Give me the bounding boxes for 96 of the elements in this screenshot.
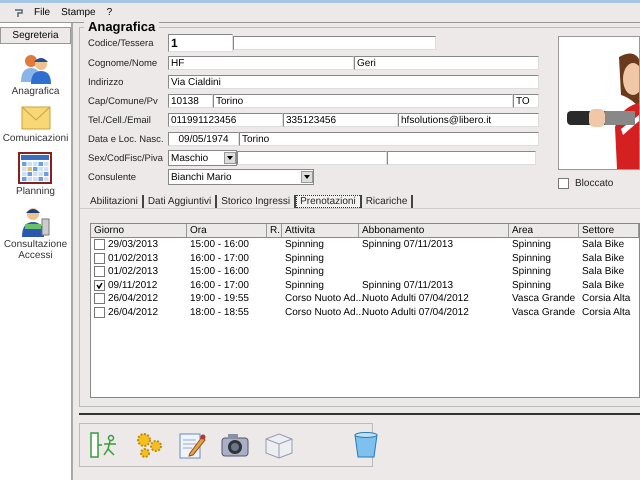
table-cell: Spinning xyxy=(512,280,551,291)
checkbox[interactable] xyxy=(558,178,569,189)
field-label: Codice/Tessera xyxy=(88,38,154,48)
table-cell: 01/02/2013 xyxy=(108,252,158,264)
dropdown[interactable]: Bianchi Mario xyxy=(168,169,314,185)
table-cell: Spinning xyxy=(285,266,324,278)
table-cell: Spinning 07/11/2013 xyxy=(362,280,454,291)
table-cell: Corso Nuoto Ad... xyxy=(285,293,364,304)
column-header[interactable]: Settore xyxy=(579,224,639,237)
calendar-icon xyxy=(18,152,52,184)
checkbox[interactable] xyxy=(94,266,105,278)
dropdown[interactable]: Maschio xyxy=(168,150,237,166)
field-label: Sex/CodFisc/Piva xyxy=(88,152,164,164)
checkbox[interactable] xyxy=(94,239,105,250)
field-label: Cap/Comune/Pv xyxy=(88,96,159,106)
input-field[interactable]: TO xyxy=(513,94,539,108)
sidebar-title: Segreteria xyxy=(0,27,71,44)
gears-icon[interactable] xyxy=(134,431,164,459)
menu-item[interactable]: Stampe xyxy=(60,7,97,18)
table-cell: 15:00 - 16:00 xyxy=(190,266,249,278)
table-cell: Spinning xyxy=(285,252,324,264)
field-label: Tel./Cell./Email xyxy=(88,114,152,126)
box-icon[interactable] xyxy=(264,431,294,459)
caret-icon xyxy=(224,152,236,164)
table-cell: Corso Nuoto Ad... xyxy=(285,306,364,318)
table-cell: 16:00 - 17:00 xyxy=(190,252,249,264)
table-cell: Nuoto Adulti 07/04/2012 xyxy=(362,293,469,304)
date-field[interactable]: 09/05/1974 xyxy=(168,132,239,146)
table-cell: Sala Bike xyxy=(582,239,624,250)
field-label: Data e Loc. Nasc. xyxy=(88,134,165,144)
input-field[interactable]: Via Cialdini xyxy=(168,75,539,89)
table-cell: 26/04/2012 xyxy=(108,293,158,304)
input-field[interactable]: 1 xyxy=(168,34,233,52)
checkbox[interactable] xyxy=(94,252,105,264)
table-cell: Vasca Grande xyxy=(512,293,576,304)
people-icon xyxy=(18,52,52,84)
input-field[interactable]: 335123456 xyxy=(283,113,398,127)
input-field[interactable]: hfsolutions@libero.it xyxy=(398,113,539,127)
table-cell: 26/04/2012 xyxy=(108,306,158,318)
column-header[interactable]: Giorno xyxy=(91,224,187,237)
table-cell: Corsia Alta xyxy=(582,293,630,304)
column-header[interactable]: Attivita xyxy=(282,224,359,237)
input-field[interactable] xyxy=(237,151,387,165)
table-cell: Spinning xyxy=(512,239,551,250)
bin-icon[interactable] xyxy=(352,431,380,459)
column-header[interactable]: Abbonamento xyxy=(359,224,509,237)
field-label: Consulente xyxy=(88,172,138,182)
table-cell: Corsia Alta xyxy=(582,306,630,318)
input-field[interactable] xyxy=(233,36,436,50)
edit-document-icon[interactable] xyxy=(178,431,206,459)
sidebar-item[interactable]: Consultazione Accessi xyxy=(0,239,71,261)
section-title: Anagrafica xyxy=(84,19,160,34)
checkbox-label: Bloccato xyxy=(575,178,614,189)
input-field[interactable]: 011991123456 xyxy=(168,113,283,127)
menu-item[interactable]: File xyxy=(33,7,52,18)
column-header[interactable]: Ora xyxy=(187,224,267,237)
app-icon[interactable] xyxy=(14,8,24,18)
table-cell: 29/03/2013 xyxy=(108,239,158,250)
table-cell: Sala Bike xyxy=(582,266,624,278)
table-cell: Spinning xyxy=(285,239,324,250)
guard-icon xyxy=(20,205,52,237)
tab[interactable]: Prenotazioni xyxy=(296,195,362,208)
input-field[interactable]: Torino xyxy=(213,94,513,108)
table-cell: Spinning 07/11/2013 xyxy=(362,239,454,250)
table-cell: Sala Bike xyxy=(582,280,624,291)
checkbox[interactable] xyxy=(94,293,105,304)
table-cell: 15:00 - 16:00 xyxy=(190,239,249,250)
checkbox[interactable] xyxy=(94,280,105,291)
caret-icon xyxy=(301,171,313,183)
sidebar-item[interactable]: Comunicazioni xyxy=(2,133,68,144)
table-cell: 19:00 - 19:55 xyxy=(190,293,249,304)
input-field[interactable]: Torino xyxy=(239,132,539,146)
table-cell: Vasca Grande xyxy=(512,306,576,318)
table-cell: 01/02/2013 xyxy=(108,266,158,278)
envelope-icon xyxy=(20,105,50,131)
table-cell: 18:00 - 18:55 xyxy=(190,306,249,318)
table-cell: Spinning xyxy=(285,280,324,291)
table-cell: Sala Bike xyxy=(582,252,624,264)
table-cell: 16:00 - 17:00 xyxy=(190,280,249,291)
checkbox[interactable] xyxy=(94,306,105,318)
field-label: Cognome/Nome xyxy=(88,58,158,68)
input-field[interactable] xyxy=(387,151,536,165)
table-cell: Nuoto Adulti 07/04/2012 xyxy=(362,306,469,318)
camera-icon[interactable] xyxy=(220,432,250,458)
table-cell: Spinning xyxy=(512,252,551,264)
menu-item[interactable]: ? xyxy=(106,7,114,18)
input-field[interactable]: HF xyxy=(168,56,354,70)
input-field[interactable]: 10138 xyxy=(168,94,213,108)
sidebar-item[interactable]: Planning xyxy=(16,186,55,197)
sidebar-item[interactable]: Anagrafica xyxy=(12,86,60,97)
table-cell: Spinning xyxy=(512,266,551,278)
table-cell: 09/11/2012 xyxy=(108,280,158,291)
column-header[interactable]: R. xyxy=(267,224,282,237)
field-label: Indirizzo xyxy=(88,76,124,88)
column-header[interactable]: Area xyxy=(509,224,579,237)
input-field[interactable]: Geri xyxy=(354,56,539,70)
